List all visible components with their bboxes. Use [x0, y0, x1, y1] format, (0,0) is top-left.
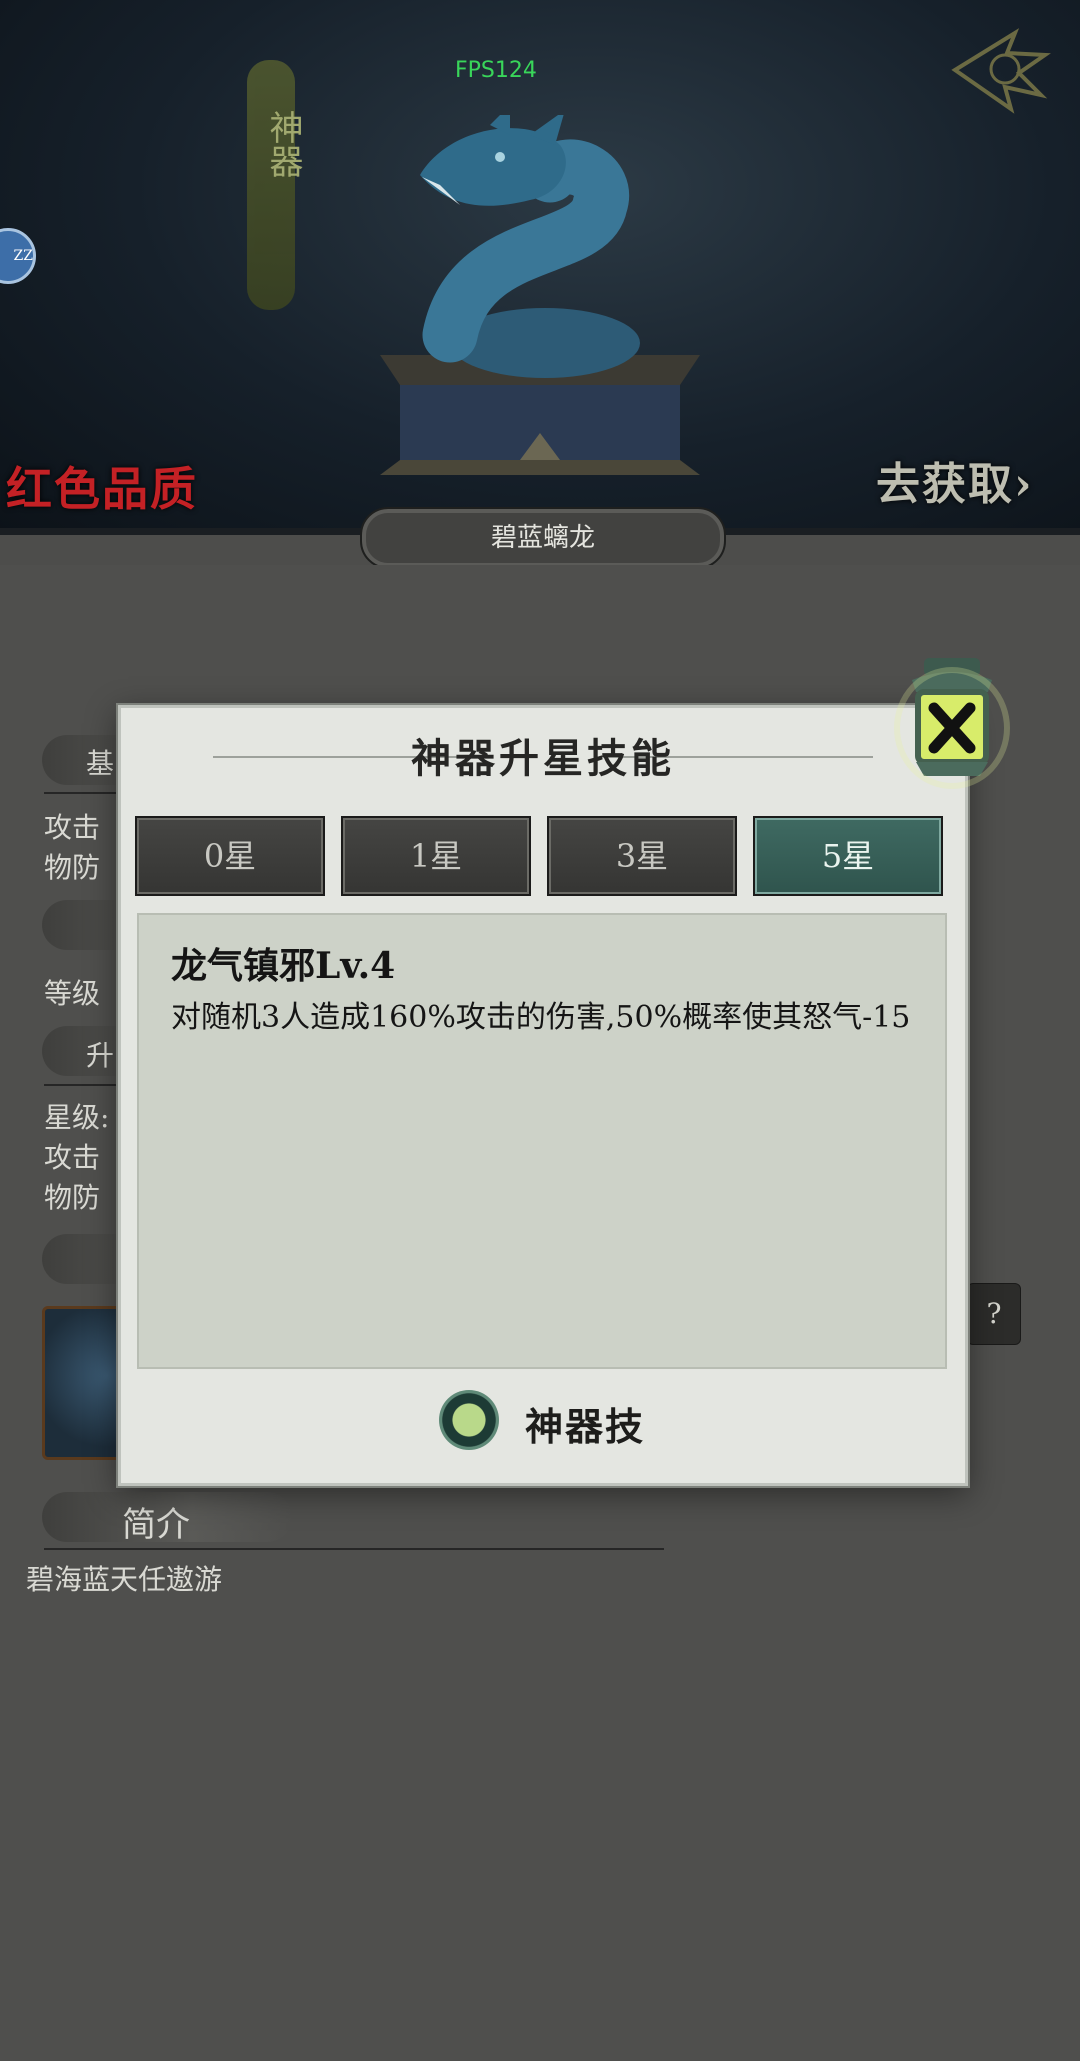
- intro-header: 简介: [122, 1505, 190, 1545]
- category-scroll: 神器: [247, 60, 303, 310]
- quality-label: 红色品质: [6, 462, 198, 516]
- return-emblem-icon[interactable]: [945, 25, 1055, 115]
- jade-orb-icon: [439, 1390, 499, 1450]
- skill-name: 龙气镇邪Lv.4: [171, 945, 396, 987]
- tab-0-star[interactable]: 0星: [135, 816, 325, 896]
- get-more-label: 去获取: [876, 459, 1014, 510]
- intro-text: 碧海蓝天任遨游: [26, 1563, 223, 1596]
- stat-label-attack-2: 攻击: [44, 1141, 101, 1174]
- dragon-statue-image: [380, 115, 700, 475]
- get-more-link[interactable]: 去获取›: [876, 448, 1034, 512]
- artifact-name: 碧蓝螭龙: [490, 523, 595, 553]
- chevron-right-icon: ›: [1014, 459, 1034, 510]
- close-lantern-icon[interactable]: [892, 652, 1010, 790]
- stat-label-pdef-2: 物防: [44, 1181, 101, 1214]
- skill-description: 对随机3人造成160%攻击的伤害,50%概率使其怒气-15: [171, 1000, 911, 1035]
- star-skill-modal: 神器升星技能 0星 1星 3星 5星 龙气镇邪Lv.4 对随机3人造成160%攻…: [118, 705, 968, 1486]
- stat-label-star: 星级:: [44, 1101, 110, 1134]
- artifact-banner: 神器 ZZ FPS124 红色品质 去获取›: [0, 0, 1080, 535]
- modal-title: 神器升星技能: [411, 735, 675, 782]
- section-upgrade-label: 升: [86, 1039, 115, 1072]
- stat-label-level: 等级: [44, 977, 101, 1010]
- modal-title-wrap: 神器升星技能: [121, 726, 965, 784]
- side-bubble[interactable]: ZZ: [0, 228, 36, 284]
- star-tabs: 0星 1星 3星 5星: [135, 816, 951, 896]
- artifact-name-plate: 碧蓝螭龙: [360, 507, 726, 569]
- category-label: 神器: [263, 110, 303, 178]
- stat-label-attack: 攻击: [44, 811, 101, 844]
- tab-1-star[interactable]: 1星: [341, 816, 531, 896]
- help-button[interactable]: ?: [967, 1283, 1021, 1345]
- skill-type-label: 神器技: [525, 1404, 646, 1449]
- section-basic-label: 基: [86, 747, 115, 780]
- fps-counter: FPS124: [455, 58, 537, 83]
- tab-3-star[interactable]: 3星: [547, 816, 737, 896]
- tab-5-star[interactable]: 5星: [753, 816, 943, 896]
- divider: [44, 1548, 664, 1550]
- stat-label-pdef: 物防: [44, 851, 101, 884]
- skill-detail-panel: 龙气镇邪Lv.4 对随机3人造成160%攻击的伤害,50%概率使其怒气-15: [137, 913, 947, 1369]
